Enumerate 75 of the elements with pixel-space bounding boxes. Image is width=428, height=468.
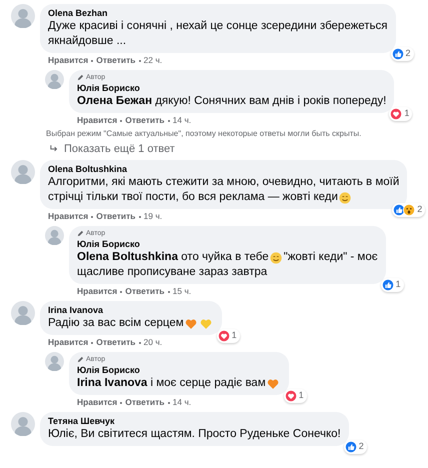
show-more-replies-link[interactable]: Показать ещё 1 ответ xyxy=(64,142,175,156)
like-reaction-icon xyxy=(344,441,357,453)
smiley-icon xyxy=(338,192,351,204)
reaction-count: 2 xyxy=(417,203,422,216)
comment-text: Радію за вас всім серцем xyxy=(48,316,184,331)
reaction-summary[interactable]: 1 xyxy=(216,329,240,343)
reply-link[interactable]: Ответить xyxy=(125,115,165,126)
author-name[interactable]: Юлія Бориско xyxy=(77,238,140,250)
pencil-icon xyxy=(77,230,84,237)
reaction-summary[interactable]: 2 xyxy=(344,440,367,454)
reaction-count: 2 xyxy=(358,440,364,454)
reply-link[interactable]: Ответить xyxy=(125,286,165,297)
avatar xyxy=(45,226,64,245)
heart-icon xyxy=(184,318,197,330)
comment-text: Алгоритми, які мають стежити за мною, очевидно, читають в моїй xyxy=(48,175,400,190)
author-name[interactable]: Olena Boltushkina xyxy=(48,163,128,175)
heart-reaction-icon xyxy=(390,108,402,120)
reply-link[interactable]: Ответить xyxy=(125,397,165,408)
heart-icon xyxy=(200,318,212,330)
author-name[interactable]: Юлія Бориско xyxy=(77,82,140,94)
like-reaction-icon xyxy=(392,48,404,60)
reaction-summary[interactable]: 1 xyxy=(389,107,412,121)
heart-icon xyxy=(266,378,279,390)
timestamp[interactable]: 14 ч. xyxy=(172,397,192,408)
reply-arrow-icon xyxy=(49,144,59,154)
like-link[interactable]: Нравится xyxy=(77,397,118,408)
avatar xyxy=(11,412,35,436)
comment-text: стрічці тільки твої пости, бо вся реклама — жовті кеди xyxy=(48,190,338,205)
comment-text: Юліє, Ви світитеся щастям. Просто Руденьке Сонечко! xyxy=(48,427,341,442)
reaction-summary[interactable]: 2 xyxy=(390,47,414,61)
heart-reaction-icon xyxy=(218,330,230,342)
reply-link[interactable]: Ответить xyxy=(96,337,136,348)
avatar xyxy=(11,301,35,325)
like-reaction-icon xyxy=(382,279,394,291)
like-link[interactable]: Нравится xyxy=(77,286,118,297)
comment-text: "жовті кеди" - моє xyxy=(284,250,378,265)
reply-link[interactable]: Ответить xyxy=(96,55,136,66)
like-link[interactable]: Нравится xyxy=(48,55,88,66)
pencil-icon xyxy=(77,356,84,363)
comment-text: Olena Boltushkina ото чуйка в тебе xyxy=(77,250,269,265)
author-name[interactable]: Irina Ivanova xyxy=(48,304,104,316)
author-name[interactable]: Olena Bezhan xyxy=(48,7,108,19)
avatar xyxy=(45,70,64,89)
reaction-count: 2 xyxy=(406,47,411,60)
reaction-summary[interactable]: 1 xyxy=(380,278,404,292)
timestamp[interactable]: 20 ч. xyxy=(144,337,162,348)
comment-text: Дуже красиві і сонячні , нехай це сонце зсередини збережеться xyxy=(48,19,388,34)
heart-reaction-icon xyxy=(284,390,297,402)
reaction-summary[interactable]: 2 xyxy=(392,203,426,217)
like-link[interactable]: Нравится xyxy=(77,115,118,126)
avatar xyxy=(45,352,64,371)
reaction-count: 1 xyxy=(298,389,304,402)
smiley-icon xyxy=(270,252,282,264)
avatar xyxy=(11,160,35,184)
comment-text: якнайдовше ... xyxy=(48,34,126,49)
author-name[interactable]: Юлія Бориско xyxy=(77,364,140,376)
wow-reaction-icon xyxy=(403,204,416,216)
timestamp[interactable]: 22 ч. xyxy=(144,55,162,66)
pencil-icon xyxy=(77,74,84,81)
reaction-count: 1 xyxy=(396,278,401,292)
reply-link[interactable]: Ответить xyxy=(96,211,136,222)
comment-text: щасливе прописуване зараз завтра xyxy=(77,265,268,280)
comment-text: Олена Бежан дякую! Сонячних вам днів і років попереду! xyxy=(77,94,386,109)
reaction-summary[interactable]: 1 xyxy=(284,389,307,403)
like-link[interactable]: Нравится xyxy=(48,337,88,348)
timestamp[interactable]: 14 ч. xyxy=(172,115,192,126)
reaction-count: 1 xyxy=(404,107,410,120)
like-link[interactable]: Нравится xyxy=(48,211,88,222)
reaction-count: 1 xyxy=(232,329,237,342)
author-name[interactable]: Тетяна Шевчук xyxy=(48,415,115,427)
avatar xyxy=(11,4,35,28)
timestamp[interactable]: 15 ч. xyxy=(172,286,192,297)
timestamp[interactable]: 19 ч. xyxy=(144,211,162,222)
notice-text: Выбран режим "Самые актуальные", поэтому некоторые ответы могли быть скрыты. xyxy=(45,128,362,139)
comment-text: Irina Ivanova і моє серце радіє вам xyxy=(77,376,266,391)
